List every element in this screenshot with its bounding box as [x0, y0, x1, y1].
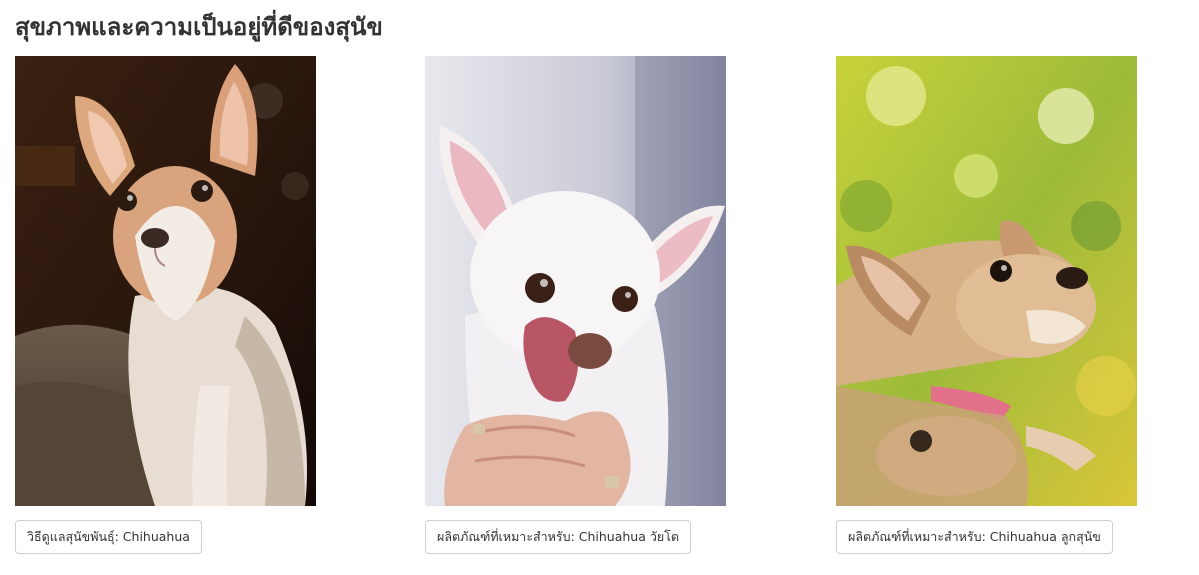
article-card-chihuahua-puppy[interactable]: ผลิตภัณฑ์ที่เหมาะสำหรับ: Chihuahua ลูกสุ… [836, 56, 1137, 554]
card-tag[interactable]: วิธีดูแลสุนัขพันธุ์: Chihuahua [15, 520, 202, 554]
card-image[interactable] [836, 56, 1137, 506]
article-card-chihuahua-adult[interactable]: ผลิตภัณฑ์ที่เหมาะสำหรับ: Chihuahua วัยโต [425, 56, 726, 554]
article-card-chihuahua-care[interactable]: วิธีดูแลสุนัขพันธุ์: Chihuahua [15, 56, 316, 554]
card-image[interactable] [425, 56, 726, 506]
card-image[interactable] [15, 56, 316, 506]
card-tag[interactable]: ผลิตภัณฑ์ที่เหมาะสำหรับ: Chihuahua วัยโต [425, 520, 692, 554]
section-title: สุขภาพและความเป็นอยู่ที่ดีของสุนัข [15, 13, 383, 41]
card-tag[interactable]: ผลิตภัณฑ์ที่เหมาะสำหรับ: Chihuahua ลูกสุ… [836, 520, 1113, 554]
